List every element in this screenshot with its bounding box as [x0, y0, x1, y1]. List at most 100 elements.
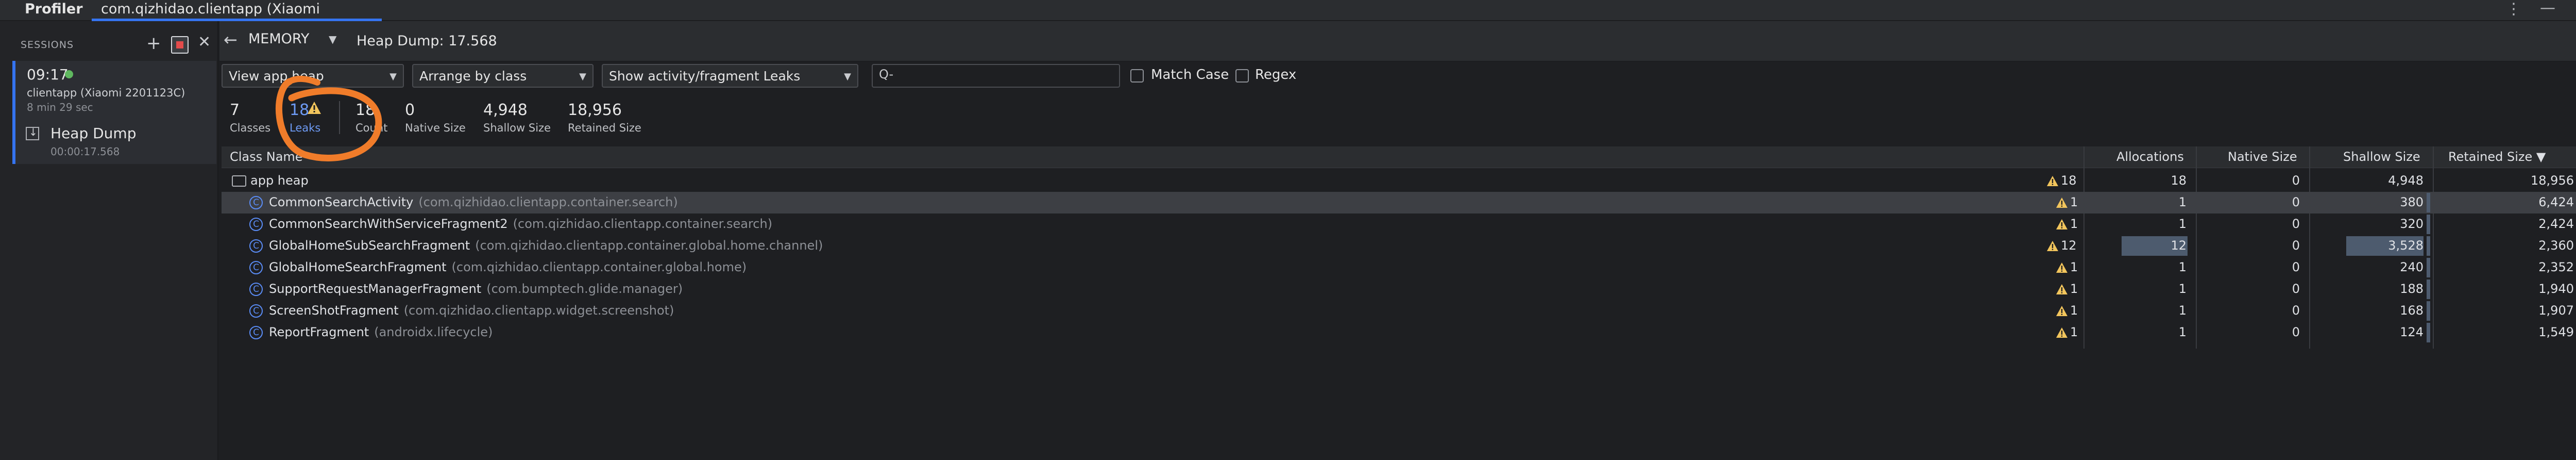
- shallow-size-mini-bar: [2427, 236, 2430, 256]
- folder-icon: [232, 175, 246, 187]
- heap-dump-item[interactable]: Heap Dump: [50, 125, 136, 142]
- class-name: GlobalHomeSubSearchFragment: [269, 238, 470, 253]
- shallow-size-cell: 188: [2400, 282, 2424, 296]
- native-size-cell: 0: [2292, 217, 2300, 231]
- column-allocations[interactable]: Allocations: [2116, 150, 2184, 164]
- class-label: SupportRequestManagerFragment (com.bumpte…: [269, 282, 683, 296]
- class-name: GlobalHomeSearchFragment: [269, 260, 447, 274]
- class-label: GlobalHomeSearchFragment (com.qizhidao.cl…: [269, 260, 747, 274]
- leak-count-cell: 1: [2070, 195, 2078, 209]
- retained-size-cell: 18,956: [2531, 173, 2574, 188]
- leak-count-cell: 1: [2070, 325, 2078, 339]
- live-status-icon: [65, 70, 73, 78]
- retained-size-cell: 2,424: [2538, 217, 2574, 231]
- app-title[interactable]: Profiler: [25, 1, 83, 17]
- leak-count-cell: 1: [2070, 282, 2078, 296]
- class-name: ScreenShotFragment: [269, 303, 399, 318]
- shallow-size-cell: 124: [2400, 325, 2424, 339]
- shallow-size-value: 4,948: [483, 101, 528, 119]
- native-size-cell: 0: [2292, 173, 2300, 188]
- package-name: (com.bumptech.glide.manager): [486, 282, 683, 296]
- native-size-cell: 0: [2292, 195, 2300, 209]
- class-label: ScreenShotFragment (com.qizhidao.clientap…: [269, 303, 674, 318]
- add-session-icon[interactable]: +: [146, 33, 161, 54]
- column-shallow-size[interactable]: Shallow Size: [2343, 150, 2420, 164]
- download-arrow-icon: ↓: [29, 126, 38, 138]
- class-name: CommonSearchActivity: [269, 195, 414, 209]
- allocations-cell: 1: [2178, 260, 2187, 274]
- chevron-down-icon: ▼: [389, 71, 397, 82]
- native-size-cell: 0: [2292, 303, 2300, 318]
- tab-process[interactable]: com.qizhidao.clientapp (Xiaomi 2201123C): [92, 0, 382, 33]
- native-size-cell: 0: [2292, 260, 2300, 274]
- chevron-down-icon[interactable]: ▼: [329, 33, 336, 45]
- class-name: CommonSearchWithServiceFragment2: [269, 217, 508, 231]
- shallow-size-cell: 320: [2400, 217, 2424, 231]
- retained-size-cell: 1,907: [2538, 303, 2574, 318]
- class-label: CommonSearchWithServiceFragment2 (com.qiz…: [269, 217, 772, 231]
- allocations-cell: 1: [2178, 303, 2187, 318]
- minimize-icon[interactable]: —: [2540, 0, 2555, 17]
- native-size-cell: 0: [2292, 282, 2300, 296]
- leak-filter-select[interactable]: Show activity/fragment Leaks ▼: [602, 64, 858, 88]
- warning-icon: [2056, 284, 2067, 294]
- close-icon[interactable]: ✕: [198, 33, 211, 51]
- warning-icon: [2047, 241, 2058, 251]
- class-name: ReportFragment: [269, 325, 369, 339]
- column-native-size[interactable]: Native Size: [2228, 150, 2297, 164]
- annotation-circle: [275, 76, 382, 161]
- class-label: ReportFragment (androidx.lifecycle): [269, 325, 493, 339]
- session-device: clientapp (Xiaomi 2201123C): [27, 87, 185, 99]
- title-bar: [0, 0, 2576, 21]
- shallow-size-mini-bar: [2427, 215, 2430, 234]
- match-case-label[interactable]: Match Case: [1151, 67, 1229, 83]
- shallow-size-mini-bar: [2427, 280, 2430, 299]
- shallow-size-cell: 240: [2400, 260, 2424, 274]
- page-title: Heap Dump: 17.568: [357, 33, 497, 49]
- package-name: (com.qizhidao.clientapp.container.search…: [418, 195, 678, 209]
- search-input[interactable]: [899, 67, 1115, 84]
- package-name: (com.qizhidao.clientapp.widget.screensho…: [403, 303, 674, 318]
- column-retained-size[interactable]: Retained Size ▼: [2448, 150, 2546, 164]
- profiler-toolbar: [219, 21, 2576, 61]
- back-arrow-icon[interactable]: ←: [224, 30, 238, 50]
- arrange-select[interactable]: Arrange by class ▼: [412, 64, 594, 88]
- retained-size-label: Retained Size: [568, 122, 641, 134]
- leak-filter-select-value: Show activity/fragment Leaks: [609, 69, 801, 84]
- chevron-down-icon: ▼: [579, 71, 586, 82]
- package-name: (androidx.lifecycle): [374, 325, 493, 339]
- regex-label[interactable]: Regex: [1255, 67, 1296, 83]
- package-name: (com.qizhidao.clientapp.container.global…: [475, 238, 823, 253]
- match-case-checkbox[interactable]: [1130, 69, 1144, 83]
- leak-count-cell: 1: [2070, 217, 2078, 231]
- leak-count-cell: 1: [2070, 260, 2078, 274]
- warning-icon: [2056, 262, 2067, 273]
- table-header: [222, 146, 2576, 168]
- warning-icon: [2056, 306, 2067, 316]
- shallow-size-mini-bar: [2427, 193, 2430, 212]
- class-icon: C: [249, 218, 263, 231]
- shallow-size-mini-bar: [2427, 323, 2430, 342]
- retained-size-cell: 2,352: [2538, 260, 2574, 274]
- leak-count-cell: 12: [2061, 238, 2077, 253]
- class-icon: C: [249, 304, 263, 318]
- retained-size-cell: 6,424: [2538, 195, 2574, 209]
- profiler-select[interactable]: MEMORY: [248, 31, 309, 47]
- leak-count-cell: 18: [2061, 173, 2077, 188]
- shallow-size-label: Shallow Size: [483, 122, 551, 134]
- sessions-title: SESSIONS: [21, 39, 74, 51]
- native-size-value: 0: [405, 101, 415, 119]
- chevron-down-icon: ▼: [844, 71, 851, 82]
- root-name: app heap: [250, 173, 309, 188]
- shallow-size-cell: 380: [2400, 195, 2424, 209]
- shallow-size-cell: 3,528: [2388, 238, 2424, 253]
- more-options-icon[interactable]: ⋮: [2506, 0, 2521, 18]
- retained-size-cell: 1,940: [2538, 282, 2574, 296]
- shallow-size-mini-bar: [2427, 258, 2430, 277]
- retained-size-cell: 2,360: [2538, 238, 2574, 253]
- leak-count-cell: 1: [2070, 303, 2078, 318]
- regex-checkbox[interactable]: [1235, 69, 1249, 83]
- class-icon: C: [249, 261, 263, 274]
- allocations-cell: 1: [2178, 217, 2187, 231]
- retained-size-value: 18,956: [568, 101, 622, 119]
